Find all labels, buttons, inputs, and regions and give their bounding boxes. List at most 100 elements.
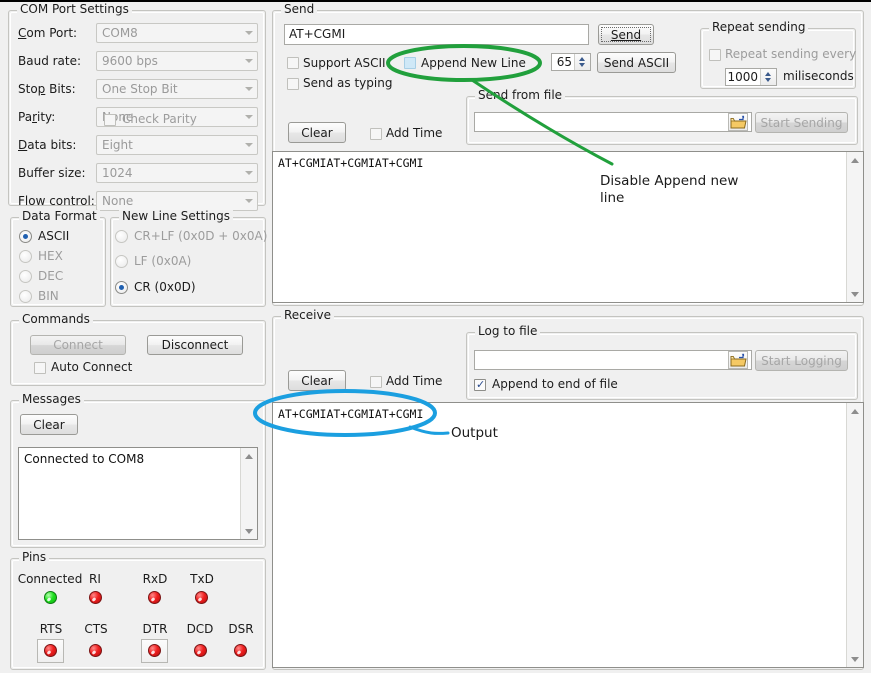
send-add-time-label: Add Time xyxy=(386,126,442,140)
flow-control-combo[interactable]: None xyxy=(96,191,258,211)
send-file-browse-button[interactable] xyxy=(728,113,748,131)
repeat-sending-label: Repeat sending every xyxy=(725,47,856,61)
output-note: Output xyxy=(451,425,498,442)
send-log-content: AT+CGMIAT+CGMIAT+CGMI xyxy=(273,152,846,302)
radio-ascii-label: ASCII xyxy=(38,229,69,243)
radio-ascii[interactable] xyxy=(19,230,32,243)
chevron-down-icon xyxy=(245,115,253,119)
send-add-time-checkbox[interactable] xyxy=(370,128,382,140)
chevron-down-icon xyxy=(245,59,253,63)
baud-rate-combo[interactable]: 9600 bps xyxy=(96,51,258,71)
messages-scrollbar[interactable] xyxy=(240,448,257,539)
scroll-down-icon[interactable] xyxy=(241,523,257,539)
check-parity-checkbox[interactable] xyxy=(104,114,116,126)
radio-lf[interactable] xyxy=(115,255,128,268)
disconnect-button[interactable]: Disconnect xyxy=(147,335,243,355)
pin-label-connected: Connected xyxy=(16,572,84,586)
receive-output-line: AT+CGMIAT+CGMIAT+CGMI xyxy=(278,407,846,421)
scroll-down-icon[interactable] xyxy=(847,286,863,302)
stop-bits-combo[interactable]: One Stop Bit xyxy=(96,79,258,99)
send-log-textarea[interactable]: AT+CGMIAT+CGMIAT+CGMI xyxy=(272,151,864,303)
pin-label-cts: CTS xyxy=(80,622,112,636)
messages-content: Connected to COM8 xyxy=(19,448,240,539)
log-file-path-input[interactable] xyxy=(474,350,752,370)
check-parity-label: Check Parity xyxy=(122,112,197,126)
stop-bits-label: Stop Bits: xyxy=(18,82,76,96)
repeat-sending-caption: Repeat sending xyxy=(709,21,808,33)
chevron-down-icon xyxy=(245,199,253,203)
spinner-arrows[interactable] xyxy=(760,69,776,85)
application-window: COM Port Settings Com Port: COM8 Baud ra… xyxy=(0,0,871,671)
receive-output-textarea[interactable]: AT+CGMIAT+CGMIAT+CGMI xyxy=(272,402,864,668)
com-port-value: COM8 xyxy=(102,26,138,40)
receive-caption: Receive xyxy=(281,309,334,321)
pin-led-rts[interactable] xyxy=(44,644,57,657)
send-button[interactable]: Send xyxy=(598,24,654,45)
commands-caption: Commands xyxy=(19,313,93,325)
radio-hex[interactable] xyxy=(19,250,32,263)
pin-led-cts xyxy=(89,644,102,657)
scroll-up-icon[interactable] xyxy=(847,152,863,168)
radio-crlf[interactable] xyxy=(115,230,128,243)
data-format-caption: Data Format xyxy=(19,210,100,222)
buffer-size-combo[interactable]: 1024 xyxy=(96,163,258,183)
append-to-end-checkbox[interactable]: ✓ xyxy=(474,379,486,391)
ascii-code-value: 65 xyxy=(557,55,572,69)
support-ascii-checkbox[interactable] xyxy=(287,57,299,69)
log-file-browse-button[interactable] xyxy=(728,351,748,369)
messages-clear-button[interactable]: Clear xyxy=(20,414,78,435)
send-clear-button[interactable]: Clear xyxy=(288,122,346,143)
messages-caption: Messages xyxy=(19,393,84,405)
radio-cr[interactable] xyxy=(115,281,128,294)
pins-caption: Pins xyxy=(19,551,49,563)
com-port-combo[interactable]: COM8 xyxy=(96,23,258,43)
repeat-unit-label: miliseconds xyxy=(783,69,854,83)
log-to-file-caption: Log to file xyxy=(475,325,540,337)
receive-add-time-checkbox[interactable] xyxy=(370,376,382,388)
spinner-arrows[interactable] xyxy=(574,54,590,70)
append-new-line-label: Append New Line xyxy=(421,56,526,70)
send-input[interactable]: AT+CGMI xyxy=(284,24,589,45)
messages-textarea[interactable]: Connected to COM8 xyxy=(18,447,258,540)
start-sending-button[interactable]: Start Sending xyxy=(755,112,848,133)
pin-led-connected xyxy=(44,591,57,604)
chevron-down-icon xyxy=(245,31,253,35)
support-ascii-label: Support ASCII xyxy=(303,56,386,70)
repeat-interval-spinner[interactable]: 1000 xyxy=(725,68,777,86)
send-input-value: AT+CGMI xyxy=(289,27,345,41)
baud-rate-label: Baud rate: xyxy=(18,54,81,68)
scroll-up-icon[interactable] xyxy=(241,448,257,464)
radio-bin[interactable] xyxy=(19,290,32,303)
radio-lf-label: LF (0x0A) xyxy=(134,254,191,268)
send-as-typing-checkbox[interactable] xyxy=(287,78,299,90)
radio-dec[interactable] xyxy=(19,270,32,283)
receive-clear-button[interactable]: Clear xyxy=(288,370,346,391)
pin-led-dtr[interactable] xyxy=(148,644,161,657)
com-port-settings-caption: COM Port Settings xyxy=(17,3,132,15)
scroll-up-icon[interactable] xyxy=(847,403,863,419)
send-ascii-button[interactable]: Send ASCII xyxy=(597,52,676,73)
chevron-down-icon xyxy=(245,143,253,147)
connect-button[interactable]: Connect xyxy=(30,335,126,355)
data-bits-combo[interactable]: Eight xyxy=(96,135,258,155)
pin-label-ri: RI xyxy=(80,572,110,586)
send-caption: Send xyxy=(281,3,317,15)
auto-connect-checkbox[interactable] xyxy=(34,362,46,374)
receive-output-scrollbar[interactable] xyxy=(846,403,863,667)
flow-control-label: Flow control: xyxy=(18,194,95,208)
repeat-sending-checkbox[interactable] xyxy=(709,49,721,61)
send-log-scrollbar[interactable] xyxy=(846,152,863,302)
scroll-down-icon[interactable] xyxy=(847,651,863,667)
pin-led-dsr xyxy=(234,644,247,657)
check-icon: ✓ xyxy=(476,379,485,391)
send-file-path-input[interactable] xyxy=(474,112,752,132)
pin-label-rxd: RxD xyxy=(139,572,171,586)
start-logging-button[interactable]: Start Logging xyxy=(755,350,848,371)
append-new-line-checkbox[interactable] xyxy=(404,57,416,69)
parity-label: Parity: xyxy=(18,110,55,124)
auto-connect-label: Auto Connect xyxy=(51,360,132,374)
receive-output-content: AT+CGMIAT+CGMIAT+CGMI xyxy=(273,403,846,667)
send-log-line: AT+CGMIAT+CGMIAT+CGMI xyxy=(278,156,846,170)
com-port-label: Com Port: xyxy=(18,26,77,40)
ascii-code-spinner[interactable]: 65 xyxy=(551,53,591,71)
